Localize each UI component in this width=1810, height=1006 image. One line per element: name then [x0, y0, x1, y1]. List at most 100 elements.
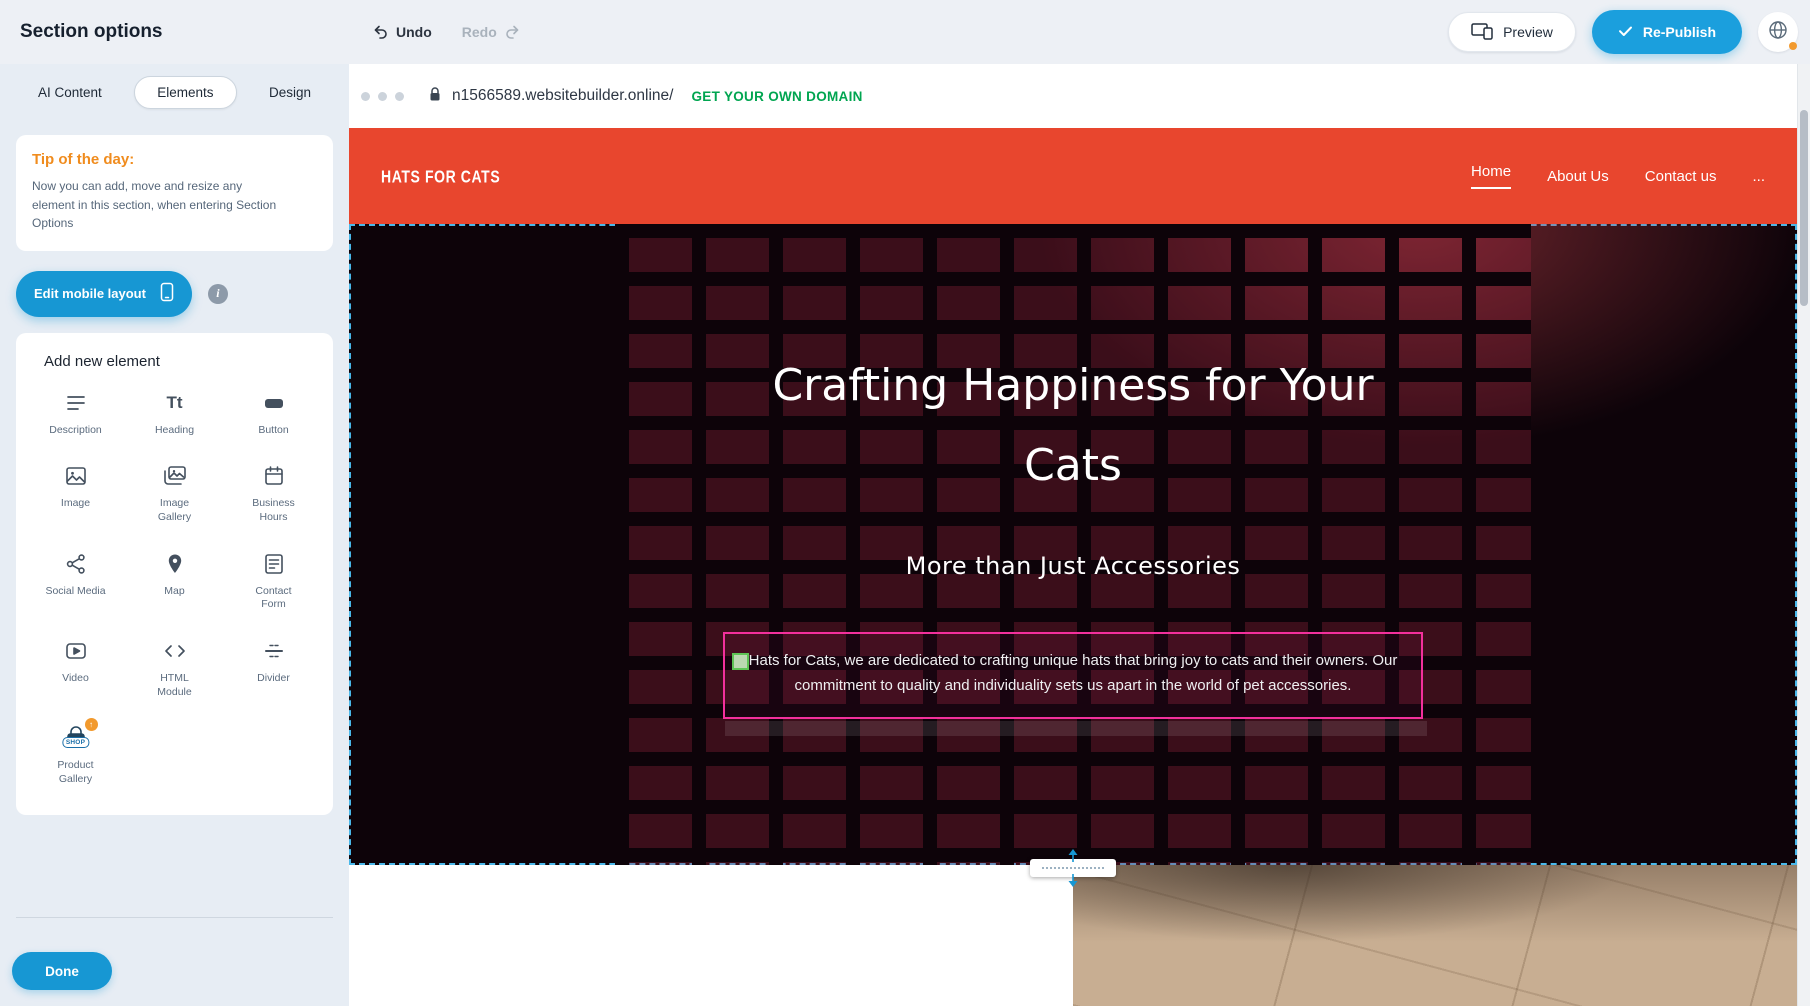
hero-section-selected[interactable]: Crafting Happiness for Your Cats More th…: [349, 224, 1797, 865]
site-header: HATS FOR CATS Home About Us Contact us .…: [349, 128, 1797, 224]
redo-label: Redo: [462, 24, 497, 40]
element-tile-map[interactable]: Map: [125, 551, 224, 612]
window-dot: [378, 92, 387, 101]
sidebar-divider: [16, 917, 333, 918]
page-scrollbar: [1797, 64, 1810, 1006]
element-tile-business-hours[interactable]: Business Hours: [224, 463, 323, 524]
element-label: Image: [61, 497, 90, 511]
element-label: Map: [164, 585, 184, 599]
map-icon: [163, 551, 187, 577]
topbar: Section options Undo Redo Preview: [0, 0, 1810, 64]
product-gallery-icon: SHOP ↑: [62, 725, 90, 751]
edit-mobile-label: Edit mobile layout: [34, 286, 146, 301]
section-height-drag-handle[interactable]: [1030, 859, 1116, 877]
element-resize-handle[interactable]: [732, 653, 749, 670]
add-element-title: Add new element: [44, 353, 323, 370]
nav-home[interactable]: Home: [1471, 163, 1511, 189]
element-label: Product Gallery: [45, 759, 107, 786]
notification-dot: [1789, 42, 1797, 50]
nav-more-menu[interactable]: ...: [1752, 168, 1765, 185]
globe-icon: [1766, 18, 1790, 47]
sidebar-tabs: AI Content Elements Design: [0, 64, 349, 115]
devices-icon: [1471, 22, 1493, 43]
element-tile-divider[interactable]: Divider: [224, 638, 323, 699]
element-label: Description: [49, 424, 102, 438]
hero-paragraph-text[interactable]: Hats for Cats, we are dedicated to craft…: [733, 649, 1413, 699]
tile-floor-photo[interactable]: [1073, 865, 1797, 1006]
mobile-layout-row: Edit mobile layout i: [16, 271, 333, 317]
element-label: Contact Form: [243, 585, 305, 612]
button-icon: [262, 390, 286, 416]
phone-icon: [160, 282, 174, 305]
undo-label: Undo: [396, 24, 432, 40]
nav-contact-us[interactable]: Contact us: [1645, 168, 1717, 185]
check-icon: [1618, 24, 1633, 40]
element-tile-video[interactable]: Video: [26, 638, 125, 699]
element-tile-product-gallery[interactable]: SHOP ↑ Product Gallery: [26, 725, 125, 786]
preview-button[interactable]: Preview: [1448, 12, 1576, 52]
element-label: Button: [258, 424, 288, 438]
scrollbar-thumb[interactable]: [1800, 110, 1808, 306]
site-url: n1566589.websitebuilder.online/: [452, 87, 673, 105]
address-bar: n1566589.websitebuilder.online/ GET YOUR…: [428, 86, 863, 107]
tip-title: Tip of the day:: [32, 151, 317, 168]
next-section-blank: [349, 865, 1073, 1006]
tip-of-the-day-card: Tip of the day: Now you can add, move an…: [16, 135, 333, 251]
tip-body: Now you can add, move and resize any ele…: [32, 177, 286, 233]
element-label: Heading: [155, 424, 194, 438]
language-button[interactable]: [1758, 12, 1798, 52]
topbar-actions: Preview Re-Publish: [1448, 10, 1790, 54]
heading-icon: Tt: [166, 390, 182, 416]
hero-paragraph-selected[interactable]: Hats for Cats, we are dedicated to craft…: [723, 632, 1423, 719]
nav-about-us[interactable]: About Us: [1547, 168, 1609, 185]
element-label: Social Media: [45, 585, 105, 599]
social-media-icon: [64, 551, 88, 577]
image-gallery-icon: [162, 463, 188, 489]
info-icon[interactable]: i: [208, 284, 228, 304]
contact-form-icon: [262, 551, 286, 577]
image-icon: [64, 463, 88, 489]
window-dot: [395, 92, 404, 101]
element-tile-social-media[interactable]: Social Media: [26, 551, 125, 612]
element-tile-description[interactable]: Description: [26, 390, 125, 438]
undo-redo-group: Undo Redo: [372, 23, 521, 42]
element-label: Divider: [257, 672, 290, 686]
drag-ghost-bar: [725, 721, 1427, 736]
page-title: Section options: [20, 21, 163, 43]
description-icon: [64, 390, 88, 416]
vertical-resize-arrows-icon: [1066, 848, 1080, 893]
preview-label: Preview: [1503, 24, 1553, 40]
republish-button[interactable]: Re-Publish: [1592, 10, 1742, 54]
divider-icon: [262, 638, 286, 664]
element-tile-image[interactable]: Image: [26, 463, 125, 524]
tab-elements[interactable]: Elements: [134, 76, 236, 109]
element-tile-image-gallery[interactable]: Image Gallery: [125, 463, 224, 524]
section-options-sidebar: AI Content Elements Design Tip of the da…: [0, 64, 349, 1006]
get-your-own-domain-link[interactable]: GET YOUR OWN DOMAIN: [691, 89, 862, 104]
hero-subtitle[interactable]: More than Just Accessories: [906, 552, 1241, 580]
site-nav: Home About Us Contact us ...: [1471, 163, 1765, 189]
window-dot: [361, 92, 370, 101]
hero-content: Crafting Happiness for Your Cats More th…: [349, 224, 1797, 719]
tab-design[interactable]: Design: [263, 77, 317, 108]
hero-title[interactable]: Crafting Happiness for Your Cats: [733, 346, 1413, 506]
element-tile-button[interactable]: Button: [224, 390, 323, 438]
tab-ai-content[interactable]: AI Content: [32, 77, 108, 108]
undo-button[interactable]: Undo: [372, 23, 432, 42]
edit-mobile-layout-button[interactable]: Edit mobile layout: [16, 271, 192, 317]
site-preview-frame: n1566589.websitebuilder.online/ GET YOUR…: [349, 64, 1797, 1006]
business-hours-icon: [262, 463, 286, 489]
element-tile-contact-form[interactable]: Contact Form: [224, 551, 323, 612]
element-tile-html-module[interactable]: HTML Module: [125, 638, 224, 699]
done-button[interactable]: Done: [12, 952, 112, 990]
elements-grid: Description Tt Heading Button Ima: [26, 390, 323, 787]
shop-label: SHOP: [62, 737, 89, 748]
undo-icon: [372, 23, 388, 42]
site-logo[interactable]: HATS FOR CATS: [381, 166, 500, 186]
redo-button[interactable]: Redo: [462, 23, 521, 42]
republish-label: Re-Publish: [1643, 24, 1716, 40]
upgrade-badge-icon: ↑: [85, 718, 98, 731]
element-tile-heading[interactable]: Tt Heading: [125, 390, 224, 438]
website-builder-app: Section options Undo Redo Preview: [0, 0, 1810, 1006]
window-controls: [361, 92, 404, 101]
